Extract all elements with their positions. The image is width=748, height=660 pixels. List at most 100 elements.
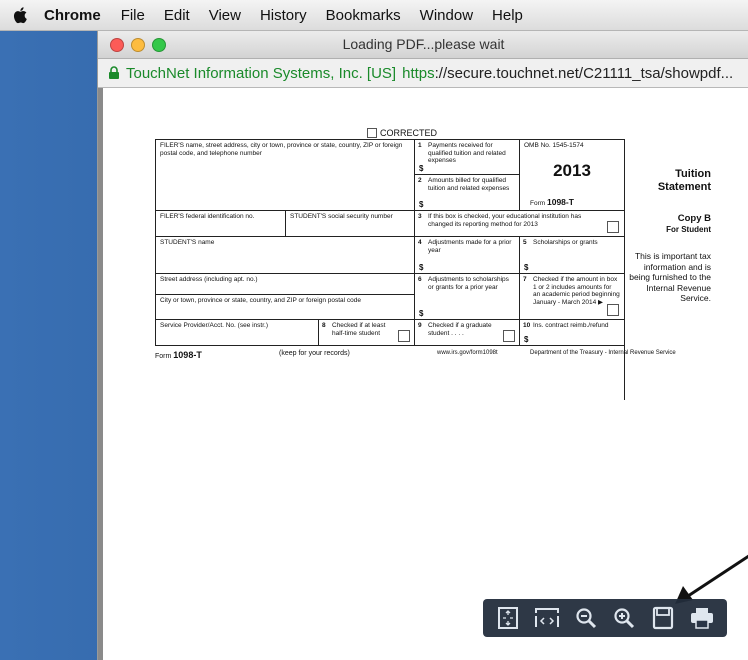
url-text: ://secure.touchnet.net/C21111_tsa/showpd… bbox=[434, 64, 734, 82]
fit-width-button[interactable] bbox=[532, 603, 562, 633]
filer-label: FILER'S name, street address, city or to… bbox=[160, 142, 403, 157]
student-name-label: STUDENT'S name bbox=[160, 239, 215, 246]
footer-form: Form 1098-T bbox=[155, 350, 202, 360]
zoom-in-button[interactable] bbox=[609, 603, 639, 633]
zoom-in-icon bbox=[614, 608, 635, 629]
box10-label: Ins. contract reimb./refund bbox=[533, 322, 609, 329]
ev-identity-label[interactable]: TouchNet Information Systems, Inc. [US] bbox=[126, 65, 396, 82]
box9: 9 Checked if a graduate student . . . . bbox=[414, 319, 520, 346]
box7-number: 7 bbox=[523, 276, 527, 283]
pdf-page: CORRECTED FILER'S name, street address, … bbox=[103, 88, 748, 660]
provider-label: Service Provider/Acct. No. (see instr.) bbox=[160, 322, 269, 329]
menu-view[interactable]: View bbox=[209, 7, 241, 24]
box3-label: If this box is checked, your educational… bbox=[428, 213, 582, 228]
box5-dollar: $ bbox=[524, 262, 529, 272]
box8-label: Checked if at least half-time student bbox=[332, 322, 386, 337]
tax-year: 2013 bbox=[553, 160, 591, 180]
important-notice: This is important tax information and is… bbox=[629, 251, 711, 303]
pdf-viewer: CORRECTED FILER'S name, street address, … bbox=[98, 88, 748, 660]
box1-label: Payments received for qualified tuition … bbox=[428, 142, 506, 164]
print-icon bbox=[690, 608, 713, 629]
box5-number: 5 bbox=[523, 239, 527, 246]
url-scheme: https bbox=[402, 64, 435, 82]
footer-form-number: 1098-T bbox=[173, 350, 202, 360]
city-label: City or town, province or state, country… bbox=[160, 297, 361, 304]
print-button[interactable] bbox=[687, 603, 717, 633]
box1: 1 Payments received for qualified tuitio… bbox=[414, 139, 520, 175]
zoom-out-button[interactable] bbox=[571, 603, 601, 633]
menu-edit[interactable]: Edit bbox=[164, 7, 190, 24]
box3-checkbox bbox=[607, 221, 619, 233]
apple-logo-icon[interactable] bbox=[12, 6, 30, 24]
filer-fed-id-label: FILER'S federal identification no. bbox=[160, 213, 255, 220]
student-ssn-box: STUDENT'S social security number bbox=[285, 210, 415, 237]
box4-label: Adjustments made for a prior year bbox=[428, 239, 512, 254]
footer-form-prefix: Form bbox=[155, 353, 172, 360]
menu-bookmarks[interactable]: Bookmarks bbox=[326, 7, 401, 24]
address-bar[interactable]: TouchNet Information Systems, Inc. [US] … bbox=[98, 59, 748, 88]
box1-number: 1 bbox=[418, 142, 422, 149]
filer-fed-id-box: FILER'S federal identification no. bbox=[155, 210, 286, 237]
form-title: Tuition Statement bbox=[625, 168, 711, 194]
title-bar: Loading PDF...please wait bbox=[98, 31, 748, 59]
box9-label: Checked if a graduate student . . . . bbox=[428, 322, 492, 337]
menu-file[interactable]: File bbox=[121, 7, 145, 24]
box7-label: Checked if the amount in box 1 or 2 incl… bbox=[533, 276, 620, 306]
menu-bar: Chrome File Edit View History Bookmarks … bbox=[0, 0, 748, 31]
box10-number: 10 bbox=[523, 322, 531, 329]
box8-checkbox bbox=[398, 330, 410, 342]
student-name-box: STUDENT'S name bbox=[155, 236, 415, 274]
box6-label: Adjustments to scholarships or grants fo… bbox=[428, 276, 509, 291]
form-number: 1098-T bbox=[546, 196, 574, 207]
student-ssn-label: STUDENT'S social security number bbox=[290, 213, 393, 220]
box2: 2 Amounts billed for qualified tuition a… bbox=[414, 174, 520, 211]
box6-dollar: $ bbox=[419, 308, 424, 318]
menu-history[interactable]: History bbox=[260, 7, 307, 24]
box2-dollar: $ bbox=[419, 199, 424, 209]
box10: 10 Ins. contract reimb./refund $ bbox=[519, 319, 625, 346]
box2-label: Amounts billed for qualified tuition and… bbox=[428, 177, 510, 192]
box7-checkbox bbox=[607, 304, 619, 316]
menu-window[interactable]: Window bbox=[420, 7, 473, 24]
omb-number: OMB No. 1545-1574 bbox=[524, 142, 584, 149]
box9-checkbox bbox=[503, 330, 515, 342]
fit-page-icon bbox=[498, 607, 519, 629]
box3-number: 3 bbox=[418, 213, 422, 220]
box4-dollar: $ bbox=[419, 262, 424, 272]
browser-window: Loading PDF...please wait TouchNet Infor… bbox=[97, 31, 748, 660]
box1-dollar: $ bbox=[419, 163, 424, 173]
box8: 8 Checked if at least half-time student bbox=[318, 319, 415, 346]
menu-app-chrome[interactable]: Chrome bbox=[44, 7, 101, 24]
box4: 4 Adjustments made for a prior year $ bbox=[414, 236, 520, 274]
box6: 6 Adjustments to scholarships or grants … bbox=[414, 273, 520, 320]
window-title: Loading PDF...please wait bbox=[342, 36, 505, 52]
box2-number: 2 bbox=[418, 177, 422, 184]
title-line1: Tuition bbox=[675, 168, 711, 180]
copy-b-label: Copy B bbox=[677, 213, 711, 224]
box5-label: Scholarships or grants bbox=[533, 239, 598, 246]
pdf-toolbar bbox=[483, 599, 727, 637]
service-provider-box: Service Provider/Acct. No. (see instr.) bbox=[155, 319, 319, 346]
save-icon bbox=[652, 606, 674, 630]
box9-number: 9 bbox=[418, 322, 422, 329]
form-prefix: Form bbox=[530, 199, 546, 207]
box7: 7 Checked if the amount in box 1 or 2 in… bbox=[519, 273, 625, 320]
box8-number: 8 bbox=[322, 322, 326, 329]
city-box: City or town, province or state, country… bbox=[155, 294, 415, 320]
footer-dept: Department of the Treasury - Internal Re… bbox=[530, 350, 676, 356]
zoom-out-icon bbox=[576, 608, 596, 629]
box10-dollar: $ bbox=[524, 334, 529, 344]
footer-url: www.irs.gov/form1098t bbox=[437, 350, 498, 356]
box5: 5 Scholarships or grants $ bbox=[519, 236, 625, 274]
fit-page-button[interactable] bbox=[493, 603, 523, 633]
corrected-checkbox: CORRECTED bbox=[367, 128, 437, 138]
save-button[interactable] bbox=[648, 603, 678, 633]
menu-help[interactable]: Help bbox=[492, 7, 523, 24]
for-student-label: For Student bbox=[666, 224, 711, 234]
box3: 3 If this box is checked, your education… bbox=[414, 210, 625, 237]
fit-width-icon bbox=[534, 608, 559, 627]
pointer-arrow bbox=[675, 554, 748, 604]
corrected-box bbox=[367, 128, 377, 138]
box4-number: 4 bbox=[418, 239, 422, 246]
omb-year-box: OMB No. 1545-1574 2013 Form 1098-T bbox=[519, 139, 625, 211]
